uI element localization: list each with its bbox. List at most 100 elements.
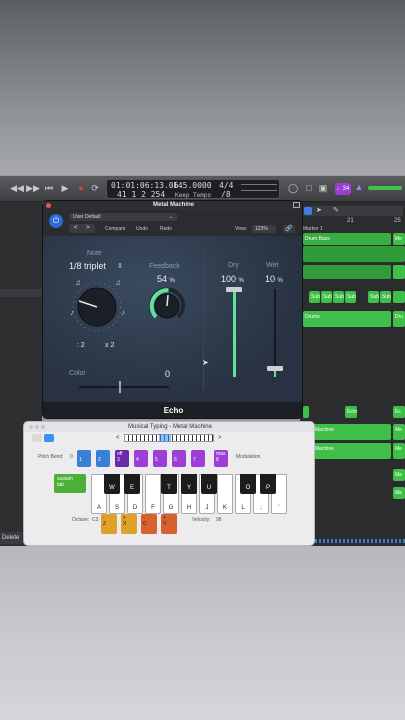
- keyboard-mode-icon[interactable]: [32, 434, 42, 442]
- pencil-tool-icon[interactable]: ✎: [333, 206, 339, 214]
- undo-button[interactable]: Undo: [136, 226, 148, 232]
- record-icon[interactable]: ●: [74, 181, 88, 195]
- region-drum-pattern-3[interactable]: [393, 265, 405, 279]
- metronome-icon[interactable]: ▣: [316, 181, 330, 195]
- link-icon[interactable]: 🔗: [283, 225, 295, 233]
- region-sub-5[interactable]: Sub: [368, 291, 379, 303]
- forward-icon[interactable]: ▶▶: [26, 181, 40, 195]
- pitch-key-5[interactable]: 5: [153, 450, 167, 467]
- region-sub-1[interactable]: Sub: [309, 291, 320, 303]
- preset-menu[interactable]: User Default ⌄: [69, 213, 177, 221]
- divide-2-button[interactable]: : 2: [77, 342, 85, 349]
- region-sub-3[interactable]: Sub: [333, 291, 344, 303]
- dry-value: 100 %: [221, 274, 244, 284]
- region-machine-1[interactable]: Machine: [313, 424, 391, 440]
- rewind-icon[interactable]: ◀◀: [10, 181, 24, 195]
- octave-down-key[interactable]: -Z: [101, 514, 117, 534]
- note-value[interactable]: 1/8 triplet: [69, 261, 106, 271]
- feedback-value: 54 %: [157, 274, 175, 284]
- window-link-icon[interactable]: [293, 202, 300, 208]
- note-stepper-icon[interactable]: ⇕: [117, 262, 123, 270]
- keyboard-range-selector[interactable]: [159, 434, 171, 442]
- zoom-icon[interactable]: [41, 425, 45, 429]
- pitch-key-6[interactable]: 6: [172, 450, 186, 467]
- view-zoom-menu[interactable]: 123%: [252, 225, 276, 233]
- region-drum-bass[interactable]: Drum Bass: [303, 233, 391, 245]
- pitch-key-7[interactable]: 7: [191, 450, 205, 467]
- dry-fader-track[interactable]: [233, 289, 236, 377]
- color-value: 0: [165, 369, 171, 379]
- black-key-p[interactable]: P: [260, 474, 276, 494]
- region-machine-2[interactable]: Machine: [313, 443, 391, 459]
- power-icon[interactable]: ⏻: [49, 214, 63, 228]
- multiply-2-button[interactable]: x 2: [105, 342, 114, 349]
- region-right-5[interactable]: Me: [393, 443, 405, 459]
- redo-button[interactable]: Redo: [160, 226, 172, 232]
- region-echo[interactable]: Echo: [345, 406, 357, 418]
- play-icon[interactable]: ▶: [58, 181, 72, 195]
- counter-badge[interactable]: ♩34: [335, 183, 351, 195]
- color-slider-track[interactable]: [79, 386, 169, 388]
- color-slider-thumb[interactable]: [119, 381, 121, 393]
- region-right-1[interactable]: Me: [393, 233, 405, 245]
- velocity-up-key[interactable]: + V: [161, 514, 177, 534]
- region-right-4[interactable]: Me: [393, 424, 405, 440]
- next-preset-icon[interactable]: >: [86, 224, 90, 233]
- close-icon[interactable]: [29, 425, 33, 429]
- pointer-tool-icon[interactable]: ➤: [316, 206, 322, 214]
- count-in-icon[interactable]: □: [302, 181, 316, 195]
- black-key-o[interactable]: O: [240, 474, 256, 494]
- pitch-key-3[interactable]: off 3: [115, 450, 129, 467]
- pitch-key-2[interactable]: 2: [96, 450, 110, 467]
- pitch-bend-value: 0: [70, 454, 73, 460]
- delete-button[interactable]: Delete: [0, 532, 22, 544]
- close-icon[interactable]: [46, 203, 51, 208]
- black-key-u[interactable]: U: [201, 474, 217, 494]
- black-key-w[interactable]: W: [104, 474, 120, 494]
- tuner-icon[interactable]: ◯: [286, 181, 300, 195]
- region-midi-strip: [315, 539, 405, 543]
- region-right-7[interactable]: Ma: [393, 487, 405, 499]
- region-small-1[interactable]: [303, 406, 309, 418]
- pitch-key-4-char: 4: [136, 457, 139, 463]
- note-knob[interactable]: ♪ ♫ ♫ ♪: [63, 273, 131, 335]
- region-right-sub[interactable]: [393, 291, 405, 303]
- pitch-key-8[interactable]: max 8: [214, 450, 228, 467]
- cycle-icon[interactable]: ⟳: [88, 181, 102, 195]
- lcd-display[interactable]: 01:01:06:13.06 41 1 2 254 145.0000 Keep …: [106, 179, 280, 199]
- black-key-t[interactable]: T: [161, 474, 177, 494]
- catch-mode-icon[interactable]: [304, 207, 312, 215]
- octave-up-key[interactable]: + X: [121, 514, 137, 534]
- black-key-y[interactable]: Y: [181, 474, 197, 494]
- feedback-knob[interactable]: [147, 286, 187, 326]
- octave-right-arrow-icon[interactable]: >: [218, 435, 222, 441]
- minimize-icon[interactable]: [35, 425, 39, 429]
- region-sub-6[interactable]: Sub: [380, 291, 391, 303]
- black-key-e[interactable]: E: [124, 474, 140, 494]
- region-drum-pattern-2[interactable]: [303, 265, 391, 279]
- region-right-6[interactable]: Ma: [393, 469, 405, 481]
- master-volume-slider[interactable]: [368, 186, 402, 190]
- pitch-key-4[interactable]: 4: [134, 450, 148, 467]
- region-right-3[interactable]: Ec: [393, 406, 405, 418]
- white-key-k[interactable]: K: [217, 474, 233, 514]
- region-right-2[interactable]: Dru: [393, 311, 405, 327]
- dry-fader-thumb[interactable]: [226, 287, 242, 292]
- region-sub-2[interactable]: Sub: [321, 291, 332, 303]
- go-to-start-icon[interactable]: ⏮: [42, 181, 56, 195]
- previous-preset-icon[interactable]: <: [74, 224, 78, 233]
- region-drums[interactable]: Drums: [303, 311, 391, 327]
- musical-typing-mode-icon[interactable]: [44, 434, 54, 442]
- sustain-key[interactable]: sustain tab: [54, 474, 86, 493]
- white-key-f[interactable]: F: [145, 474, 161, 514]
- region-sub-4[interactable]: Sub: [345, 291, 356, 303]
- wet-fader-track[interactable]: [274, 289, 276, 377]
- wet-number: 10: [265, 274, 276, 284]
- svg-text:♪: ♪: [70, 308, 74, 317]
- pitch-key-1[interactable]: 1: [77, 450, 91, 467]
- octave-left-arrow-icon[interactable]: <: [116, 435, 120, 441]
- velocity-down-key[interactable]: -C: [141, 514, 157, 534]
- compare-button[interactable]: Compare: [105, 226, 126, 232]
- region-drum-pattern[interactable]: [303, 246, 405, 262]
- wet-fader-thumb[interactable]: [267, 366, 283, 371]
